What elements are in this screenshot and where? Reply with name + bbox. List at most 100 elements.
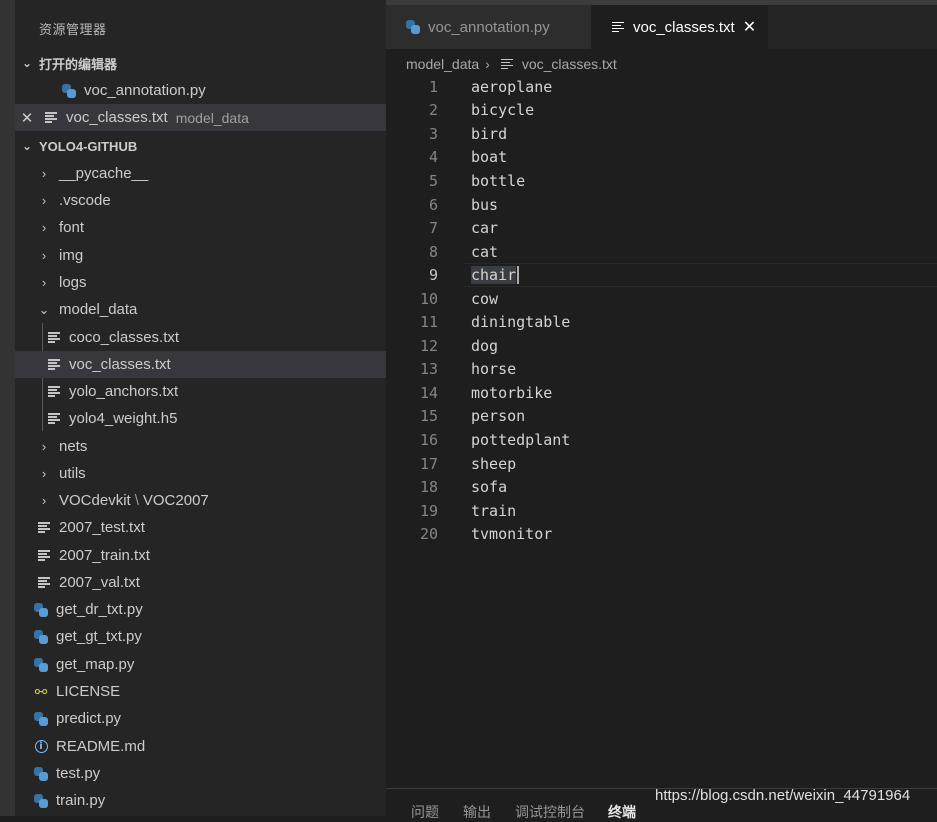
line-text: tvmonitor bbox=[471, 525, 553, 544]
tree-item-label: VOCdevkit bbox=[59, 492, 131, 509]
line-text: cow bbox=[471, 289, 499, 308]
tree-folder-vocdevkit[interactable]: › VOCdevkit \ VOC2007 bbox=[15, 487, 386, 514]
line-text: bus bbox=[471, 195, 499, 214]
text-file-icon bbox=[498, 55, 516, 73]
line-number: 12 bbox=[419, 336, 438, 355]
tree-item-label: logs bbox=[59, 274, 87, 291]
tree-file-test[interactable]: test.py bbox=[15, 760, 386, 787]
line-number: 17 bbox=[419, 454, 438, 473]
code-line: 15 person bbox=[386, 405, 937, 429]
close-icon[interactable]: ✕ bbox=[743, 17, 756, 37]
open-editors-header[interactable]: ⌄ 打开的编辑器 bbox=[15, 51, 386, 75]
open-editor-label: voc_classes.txt bbox=[66, 109, 168, 126]
code-line: 3 bird bbox=[386, 122, 937, 146]
tree-file-get-map[interactable]: get_map.py bbox=[15, 651, 386, 678]
line-text: train bbox=[471, 501, 517, 520]
code-line: 5 bottle bbox=[386, 169, 937, 193]
tree-item-label: .vscode bbox=[59, 192, 111, 209]
line-number: 1 bbox=[428, 77, 438, 96]
tree-folder-pycache[interactable]: › __pycache__ bbox=[15, 160, 386, 187]
tree-item-label: img bbox=[59, 247, 84, 264]
code-line: 17 sheep bbox=[386, 452, 937, 476]
line-text: bicycle bbox=[471, 101, 535, 120]
tree-folder-img[interactable]: › img bbox=[15, 242, 386, 269]
line-text: horse bbox=[471, 360, 517, 379]
tree-item-sublabel: VOC2007 bbox=[142, 492, 209, 509]
tab-label: voc_annotation.py bbox=[428, 18, 550, 36]
python-file-icon bbox=[32, 710, 50, 728]
code-line: 13 horse bbox=[386, 358, 937, 382]
open-editor-voc-annotation[interactable]: voc_annotation.py bbox=[15, 77, 386, 104]
line-number: 16 bbox=[419, 430, 438, 449]
line-text: person bbox=[471, 407, 526, 426]
line-number: 20 bbox=[419, 525, 438, 544]
tree-file-coco-classes[interactable]: coco_classes.txt bbox=[15, 324, 386, 351]
tree-file-get-dr-txt[interactable]: get_dr_txt.py bbox=[15, 596, 386, 623]
tree-folder-utils[interactable]: › utils bbox=[15, 460, 386, 487]
panel-tab-problems[interactable]: 问题 bbox=[411, 802, 439, 822]
code-line: 8 cat bbox=[386, 240, 937, 264]
watermark: https://blog.csdn.net/weixin_44791964 bbox=[655, 787, 911, 804]
tree-folder-vscode[interactable]: › .vscode bbox=[15, 187, 386, 214]
close-icon[interactable]: ✕ bbox=[15, 109, 39, 127]
tree-file-2007-test[interactable]: 2007_test.txt bbox=[15, 514, 386, 541]
chevron-down-icon: ⌄ bbox=[21, 56, 33, 70]
python-file-icon bbox=[60, 82, 78, 100]
tree-file-get-gt-txt[interactable]: get_gt_txt.py bbox=[15, 623, 386, 650]
tree-file-voc-classes[interactable]: voc_classes.txt bbox=[15, 351, 386, 378]
text-file-icon bbox=[35, 519, 53, 537]
code-line: 4 boat bbox=[386, 146, 937, 170]
python-file-icon bbox=[32, 792, 50, 810]
tab-voc-classes[interactable]: voc_classes.txt ✕ bbox=[591, 5, 768, 49]
license-icon: ⚯ bbox=[34, 683, 48, 701]
tree-folder-model-data[interactable]: ⌄ model_data bbox=[15, 296, 386, 323]
project-header[interactable]: ⌄ YOLO4-GITHUB bbox=[15, 134, 386, 158]
tree-folder-nets[interactable]: › nets bbox=[15, 433, 386, 460]
tree-file-yolo4-weight[interactable]: yolo4_weight.h5 bbox=[15, 405, 386, 432]
editor-tab-bar: voc_annotation.py voc_classes.txt ✕ bbox=[386, 5, 937, 49]
code-line: 11 diningtable bbox=[386, 310, 937, 334]
code-line: 16 pottedplant bbox=[386, 428, 937, 452]
panel-tab-terminal[interactable]: 终端 bbox=[608, 802, 636, 822]
panel-tab-debug-console[interactable]: 调试控制台 bbox=[515, 802, 585, 822]
explorer-title: 资源管理器 bbox=[39, 22, 107, 37]
chevron-right-icon: › bbox=[41, 248, 47, 263]
line-text: motorbike bbox=[471, 383, 553, 402]
line-number: 15 bbox=[419, 407, 438, 426]
line-number: 19 bbox=[419, 501, 438, 520]
activity-bar-edge bbox=[0, 0, 15, 816]
tree-file-license[interactable]: ⚯ LICENSE bbox=[15, 678, 386, 705]
code-line: 19 train bbox=[386, 499, 937, 523]
line-number: 11 bbox=[419, 313, 438, 332]
line-text: sheep bbox=[471, 454, 517, 473]
breadcrumb-file[interactable]: voc_classes.txt bbox=[522, 56, 617, 72]
line-text: chair bbox=[471, 265, 517, 284]
line-text: sofa bbox=[471, 478, 508, 497]
tree-file-2007-train[interactable]: 2007_train.txt bbox=[15, 542, 386, 569]
code-line: 12 dog bbox=[386, 334, 937, 358]
tree-folder-font[interactable]: › font bbox=[15, 214, 386, 241]
breadcrumb-folder[interactable]: model_data bbox=[406, 56, 479, 72]
tab-voc-annotation[interactable]: voc_annotation.py bbox=[386, 5, 591, 49]
tree-file-2007-val[interactable]: 2007_val.txt bbox=[15, 569, 386, 596]
open-editor-voc-classes[interactable]: ✕ voc_classes.txt model_data bbox=[15, 104, 386, 131]
line-number: 3 bbox=[428, 124, 438, 143]
tree-file-yolo-anchors[interactable]: yolo_anchors.txt bbox=[15, 378, 386, 405]
line-number: 2 bbox=[428, 101, 438, 120]
tree-folder-logs[interactable]: › logs bbox=[15, 269, 386, 296]
tree-item-label: nets bbox=[59, 438, 88, 455]
line-text: boat bbox=[471, 148, 508, 167]
line-number: 4 bbox=[428, 148, 438, 167]
tree-file-train[interactable]: train.py bbox=[15, 787, 386, 814]
info-icon: i bbox=[32, 738, 50, 756]
tree-file-readme[interactable]: i README.md bbox=[15, 733, 386, 760]
tree-file-predict[interactable]: predict.py bbox=[15, 705, 386, 732]
panel-tab-output[interactable]: 输出 bbox=[463, 802, 491, 822]
text-file-icon bbox=[45, 329, 63, 347]
code-editor[interactable]: 1 aeroplane 2 bicycle 3 bird 4 boat 5 bottle … bbox=[386, 75, 937, 546]
line-number: 10 bbox=[419, 289, 438, 308]
tree-item-label: yolo_anchors.txt bbox=[69, 383, 179, 400]
line-number: 6 bbox=[428, 195, 438, 214]
code-line: 14 motorbike bbox=[386, 381, 937, 405]
chevron-down-icon: ⌄ bbox=[38, 301, 50, 317]
